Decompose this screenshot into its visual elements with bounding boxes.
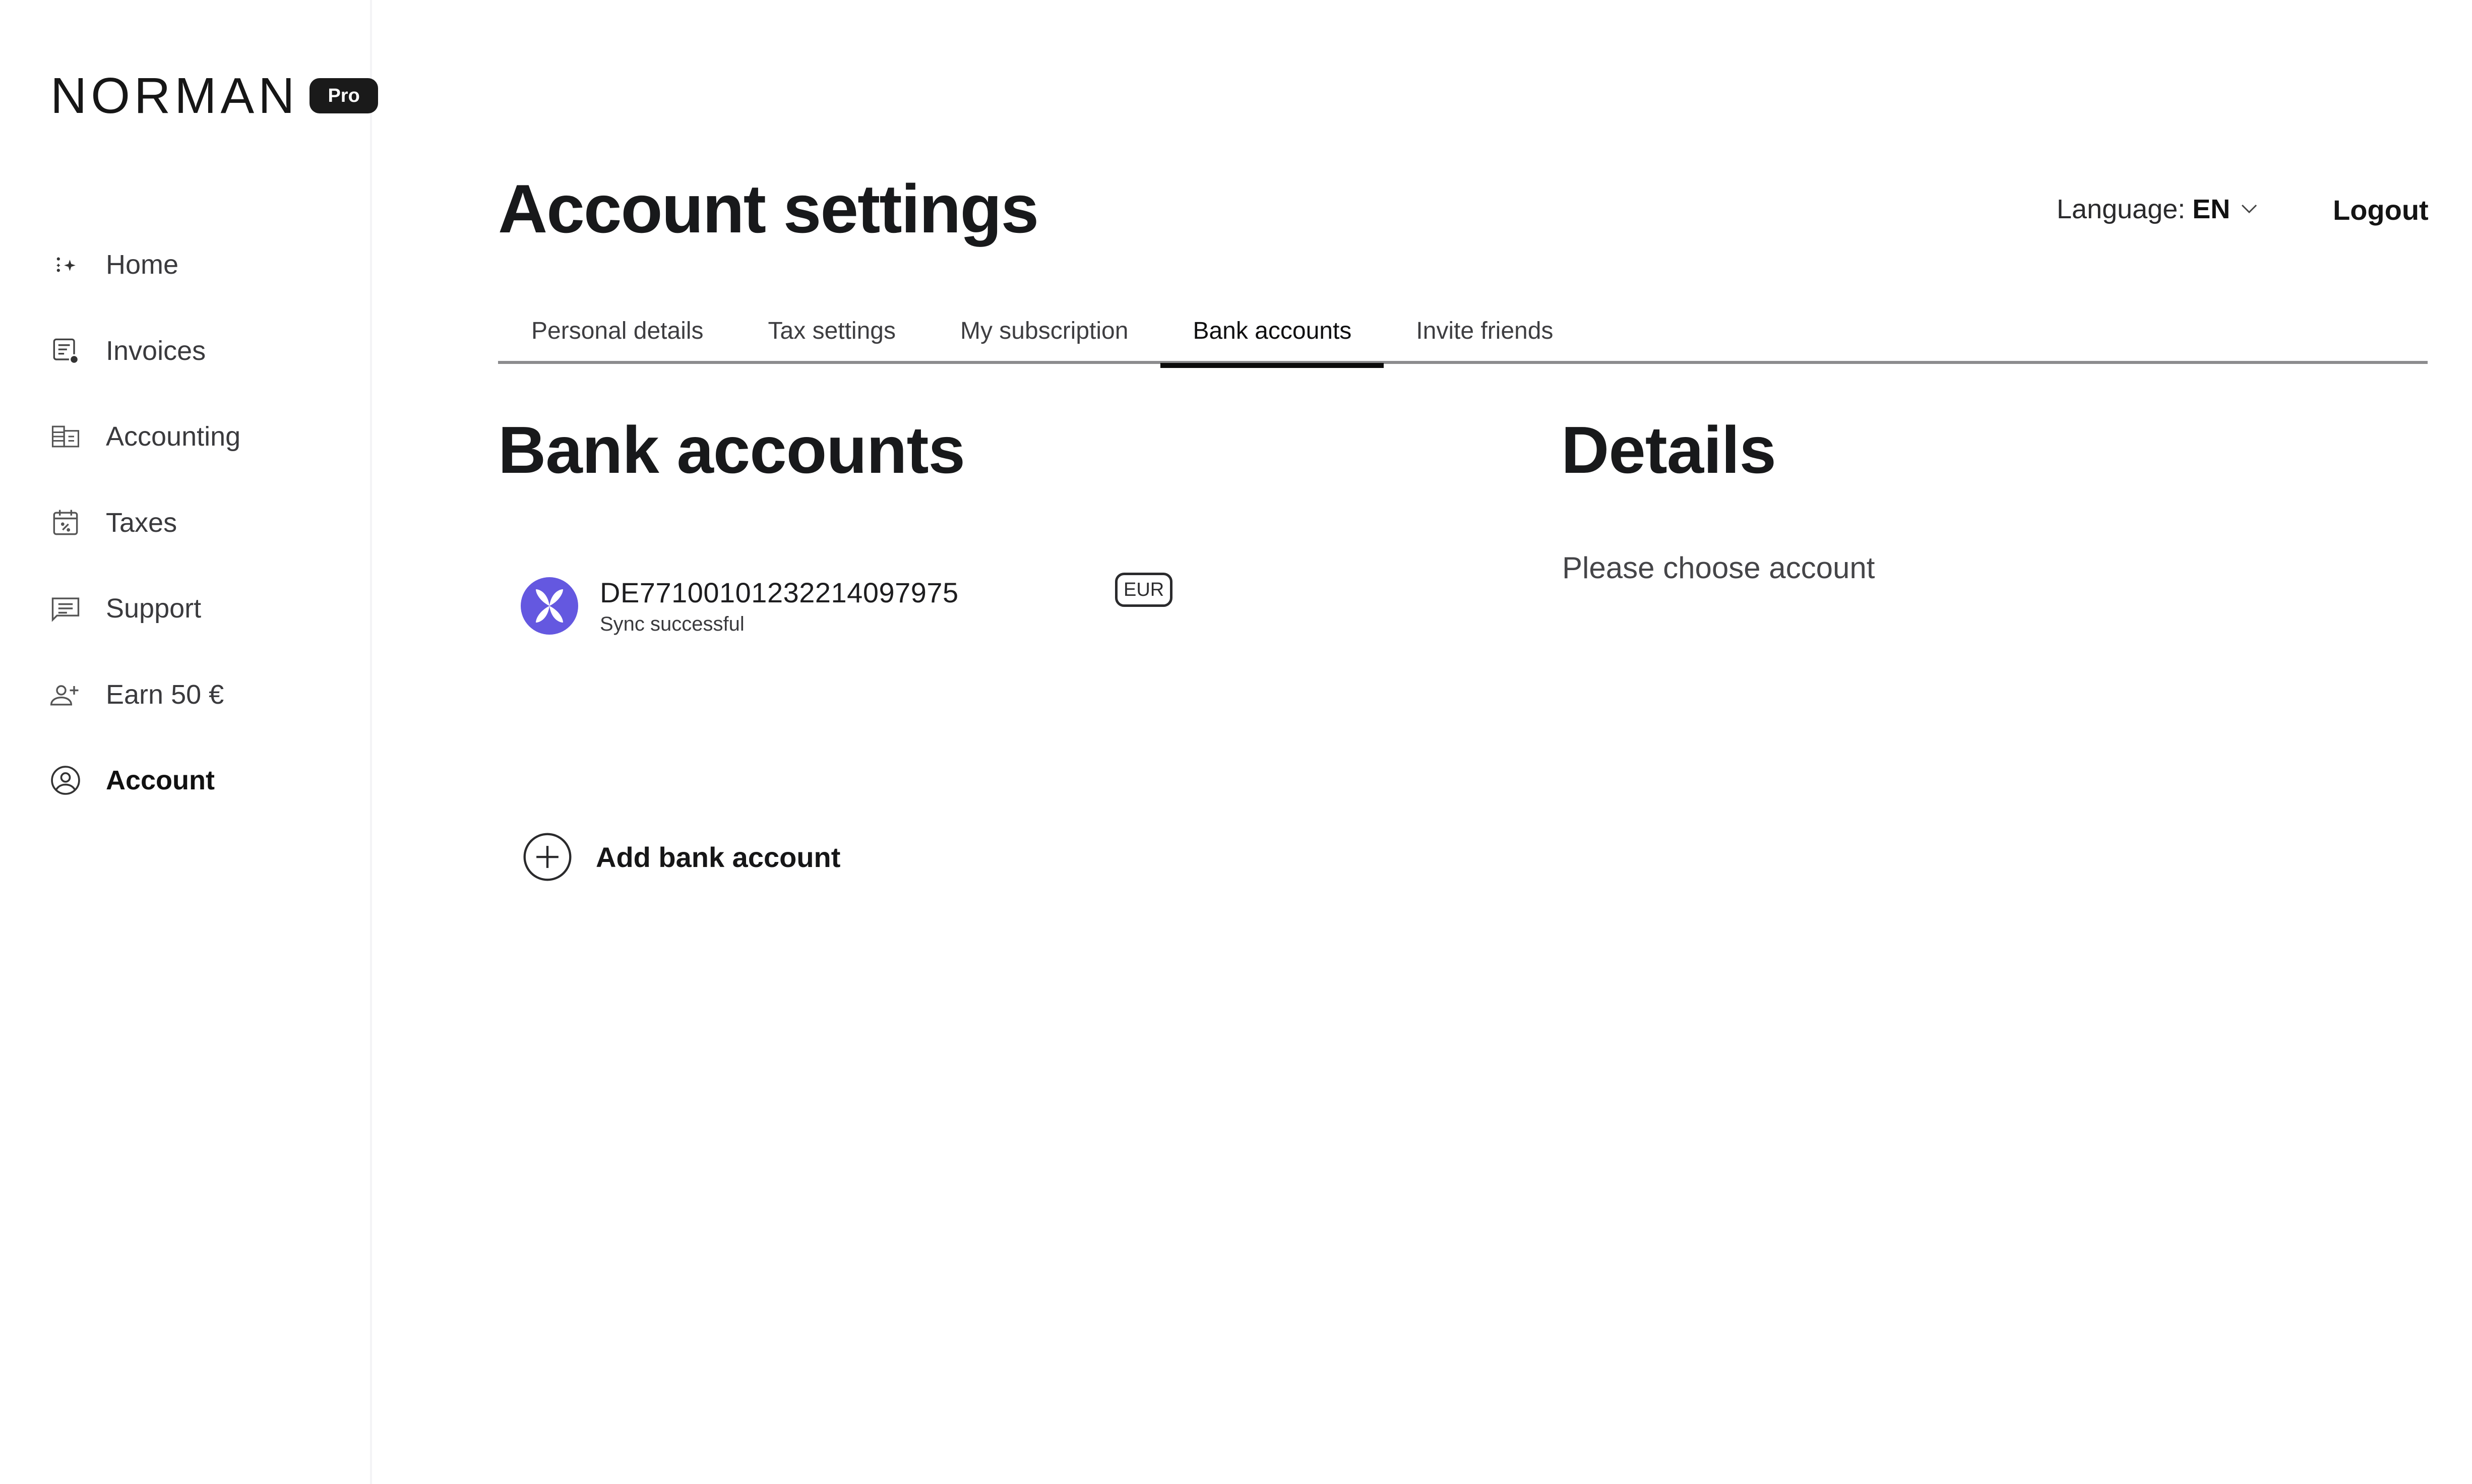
page-title: Account settings — [498, 170, 1039, 247]
logout-button[interactable]: Logout — [2333, 194, 2429, 226]
language-selector[interactable]: Language: EN — [2057, 194, 2258, 225]
bank-account-item[interactable]: DE77100101232214097975 Sync successful E… — [498, 561, 1204, 651]
sidebar-item-invoices[interactable]: Invoices — [47, 308, 360, 394]
chevron-down-icon — [2242, 204, 2257, 214]
sidebar-item-earn[interactable]: Earn 50 € — [47, 652, 360, 738]
tax-calendar-icon — [47, 505, 84, 541]
sidebar-item-home[interactable]: Home — [47, 222, 360, 308]
plus-circle-icon — [523, 833, 572, 881]
user-circle-icon — [47, 762, 84, 798]
tab-personal-details[interactable]: Personal details — [498, 297, 736, 364]
invoice-icon — [47, 333, 84, 369]
sync-status: Sync successful — [600, 613, 745, 635]
add-bank-account-label: Add bank account — [596, 841, 841, 873]
tab-invite-friends[interactable]: Invite friends — [1384, 297, 1585, 364]
language-label: Language: — [2057, 194, 2186, 224]
details-heading: Details — [1561, 413, 1776, 487]
tab-my-subscription[interactable]: My subscription — [928, 297, 1160, 364]
sidebar-item-account[interactable]: Account — [47, 737, 360, 824]
tab-bank-accounts[interactable]: Bank accounts — [1160, 297, 1384, 368]
sidebar-item-label: Support — [106, 593, 202, 624]
account-number: DE77100101232214097975 — [600, 577, 959, 608]
account-info: DE77100101232214097975 Sync successful — [600, 576, 959, 636]
sidebar-item-label: Earn 50 € — [106, 679, 224, 710]
sidebar-item-label: Account — [106, 765, 215, 796]
pro-badge: Pro — [310, 78, 378, 113]
sidebar-nav: Home Invoices Accounting Taxes Support E… — [47, 222, 360, 824]
currency-badge: EUR — [1115, 573, 1173, 607]
sidebar: NORMAN Pro Home Invoices Accounting Taxe… — [0, 0, 378, 1484]
settings-tabs: Personal details Tax settings My subscri… — [498, 297, 2428, 368]
accounting-icon — [47, 418, 84, 455]
tab-tax-settings[interactable]: Tax settings — [736, 297, 928, 364]
sidebar-item-taxes[interactable]: Taxes — [47, 480, 360, 566]
sidebar-item-label: Accounting — [106, 421, 241, 452]
logo[interactable]: NORMAN Pro — [50, 71, 378, 121]
sparkles-icon — [47, 246, 84, 283]
brand-name: NORMAN — [50, 68, 299, 124]
add-user-icon — [47, 676, 84, 713]
sidebar-item-accounting[interactable]: Accounting — [47, 394, 360, 480]
sidebar-item-label: Home — [106, 250, 179, 280]
details-empty-message: Please choose account — [1562, 551, 1875, 585]
chat-icon — [47, 590, 84, 627]
bank-logo-icon — [521, 577, 578, 635]
sidebar-item-support[interactable]: Support — [47, 566, 360, 652]
sidebar-item-label: Taxes — [106, 507, 177, 538]
add-bank-account-button[interactable]: Add bank account — [522, 832, 840, 882]
bank-accounts-heading: Bank accounts — [498, 413, 965, 487]
language-value: EN — [2192, 194, 2231, 224]
sidebar-item-label: Invoices — [106, 335, 206, 366]
